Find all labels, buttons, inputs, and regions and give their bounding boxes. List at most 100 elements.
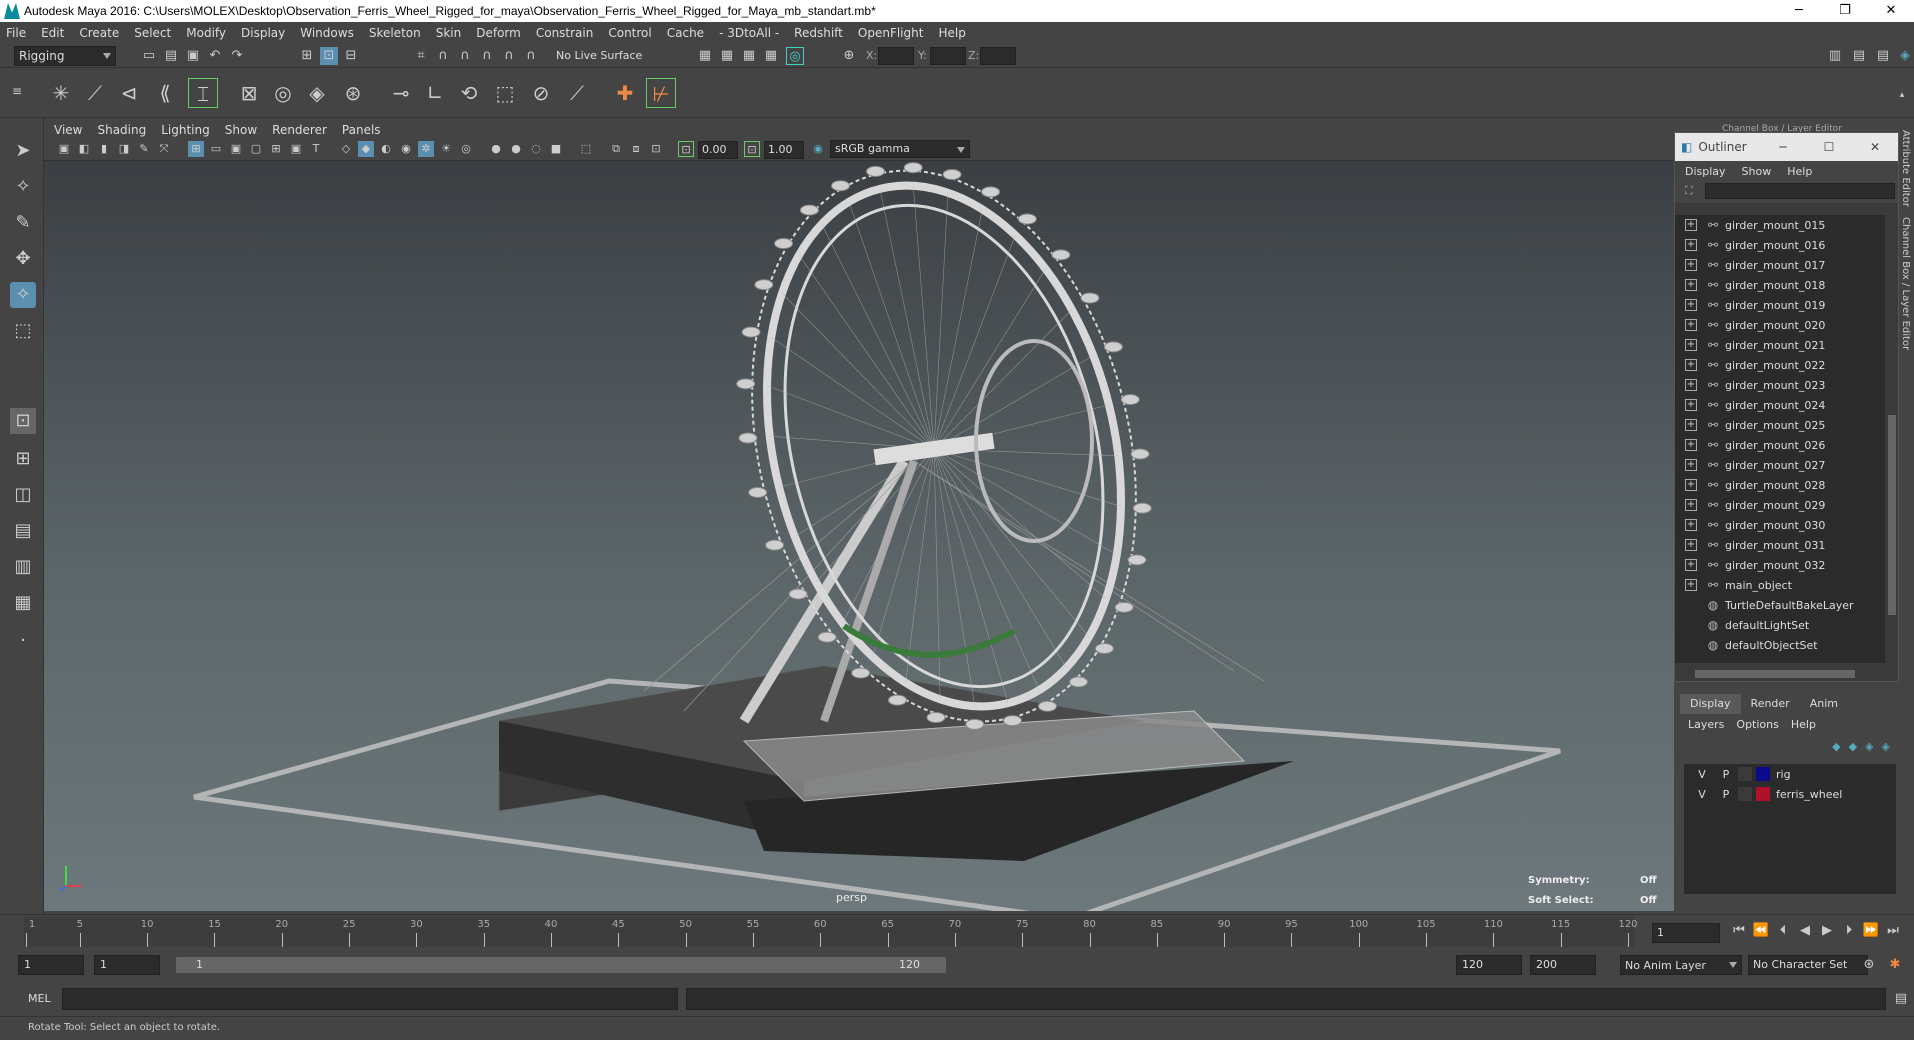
wireframe-icon[interactable]: ◇ [338,141,354,157]
anim-start-field[interactable]: 1 [18,955,84,975]
outliner-item[interactable]: + ⚯ girder_mount_019 [1675,295,1885,315]
hypershade-icon[interactable]: ◎ [786,47,804,65]
render-frame-icon[interactable]: ▦ [718,47,736,65]
select-component-icon[interactable]: ⊟ [342,47,360,65]
new-scene-icon[interactable]: ▭ [140,47,158,65]
menu-skin[interactable]: Skin [436,26,462,40]
outliner-item[interactable]: + ⚯ girder_mount_028 [1675,475,1885,495]
menu-cache[interactable]: Cache [667,26,704,40]
expand-icon[interactable]: + [1685,559,1697,571]
move-tool-icon[interactable]: ✥ [10,246,36,272]
expand-icon[interactable]: + [1685,359,1697,371]
grease-pencil-icon[interactable]: ✎ [136,141,152,157]
outliner-item[interactable]: + ⚯ girder_mount_022 [1675,355,1885,375]
outliner-item[interactable]: + ⚯ girder_mount_029 [1675,495,1885,515]
menu-help[interactable]: Help [938,26,965,40]
layer-color-swatch[interactable] [1756,787,1770,801]
layer-playback-toggle[interactable]: P [1714,788,1738,801]
expand-icon[interactable]: + [1685,539,1697,551]
menu-file[interactable]: File [6,26,26,40]
ik-handle-icon[interactable]: ⟋ [80,78,110,108]
scale-constraint-icon[interactable]: ⬚ [490,78,520,108]
auto-key-icon[interactable]: ⊛ [1860,956,1878,974]
expand-icon[interactable]: + [1685,219,1697,231]
outliner-horizontal-scrollbar[interactable] [1675,669,1885,679]
insert-joint-icon[interactable]: ⟪ [150,78,180,108]
wireframe-on-shaded-icon[interactable]: ◐ [378,141,394,157]
outliner-vertical-scrollbar[interactable] [1887,215,1897,663]
bind-skin-icon[interactable]: ⊬ [646,78,676,108]
layer-menu-layers[interactable]: Layers [1688,718,1724,731]
smooth-shade-icon[interactable]: ◆ [358,141,374,157]
modeling-toolkit-icon[interactable]: ▥ [1826,47,1844,65]
mel-label[interactable]: MEL [28,992,51,1005]
attribute-editor-toggle-icon[interactable]: ▤ [1850,47,1868,65]
layer-row[interactable]: V Prig [1684,764,1896,784]
resolution-gate-icon[interactable]: ▣ [228,141,244,157]
z-field[interactable] [980,47,1016,65]
point-constraint-icon[interactable]: ∟ [420,78,450,108]
outliner-item[interactable]: + ⚯ girder_mount_016 [1675,235,1885,255]
outliner-item[interactable]: + ⚯ girder_mount_027 [1675,455,1885,475]
outliner-minimize-button[interactable]: ─ [1760,133,1806,161]
layer-menu-help[interactable]: Help [1791,718,1816,731]
expand-icon[interactable]: + [1685,319,1697,331]
side-tab-attribute-editor[interactable]: Attribute Editor [1900,130,1911,207]
menu-openflight[interactable]: OpenFlight [858,26,924,40]
viewport-menu-panels[interactable]: Panels [342,123,381,137]
anti-alias-icon[interactable]: ⊡ [648,141,664,157]
four-view-icon[interactable]: ⊞ [10,446,36,472]
select-object-icon[interactable]: ⊡ [320,47,338,65]
outliner-item[interactable]: + ⚯ girder_mount_032 [1675,555,1885,575]
hypershade-layout-icon[interactable]: ▦ [10,590,36,616]
character-set-dropdown[interactable]: No Character Set [1748,955,1868,975]
expand-icon[interactable]: + [1685,499,1697,511]
scale-tool-icon[interactable]: ⬚ [10,318,36,344]
layer-row[interactable]: V Pferris_wheel [1684,784,1896,804]
ik-spline-icon[interactable]: ⊲ [114,78,144,108]
outliner-item[interactable]: + ⚯ girder_mount_023 [1675,375,1885,395]
gamma-field[interactable]: 1.00 [764,141,804,159]
transform-mode-icon[interactable]: ⊕ [840,47,858,65]
expand-icon[interactable]: + [1685,279,1697,291]
locator-icon[interactable]: ⌶ [188,78,218,108]
exposure-icon[interactable]: ⊡ [678,141,694,157]
image-plane-icon[interactable]: ◨ [116,141,132,157]
undo-icon[interactable]: ↶ [206,47,224,65]
step-back-key-icon[interactable]: ⏪ [1750,923,1772,938]
textured-icon[interactable]: ◉ [398,141,414,157]
menu-redshift[interactable]: Redshift [794,26,843,40]
viewport-menu-lighting[interactable]: Lighting [161,123,210,137]
gate-mask-icon[interactable]: ▢ [248,141,264,157]
outliner-restore-button[interactable]: ☐ [1806,133,1852,161]
xray-icon[interactable]: ● [488,141,504,157]
isolate-select-icon[interactable]: ⬚ [578,141,594,157]
two-view-icon[interactable]: ◫ [10,482,36,508]
step-back-frame-icon[interactable]: ⏴ [1772,923,1794,938]
layer-display-type[interactable] [1738,767,1752,781]
playback-start-field[interactable]: 1 [94,955,160,975]
menu-control[interactable]: Control [608,26,651,40]
layer-display-type[interactable] [1738,787,1752,801]
channel-box-toggle-icon[interactable]: ◈ [1896,47,1914,65]
joint-tool-icon[interactable]: ✳ [46,78,76,108]
use-all-lights-icon[interactable]: ✲ [418,141,434,157]
hud-toggle-icon[interactable]: ⧉ [608,141,624,157]
add-influence-icon[interactable]: ✚ [610,78,640,108]
anim-end-field[interactable]: 200 [1530,955,1596,975]
menu-skeleton[interactable]: Skeleton [369,26,421,40]
color-management-icon[interactable]: ◉ [810,141,826,157]
outliner-search-input[interactable] [1705,183,1895,199]
close-button[interactable]: ✕ [1868,0,1914,22]
rotate-tool-icon[interactable]: ✧ [10,282,36,308]
lasso-tool-icon[interactable]: ✧ [10,174,36,200]
outliner-persp-icon[interactable]: ▤ [10,518,36,544]
y-field[interactable] [930,47,966,65]
restore-button[interactable]: ❐ [1822,0,1868,22]
outliner-item[interactable]: + ⚯ girder_mount_015 [1675,215,1885,235]
outliner-menu-display[interactable]: Display [1685,165,1726,178]
snap-surface-icon[interactable]: ∩ [500,47,518,65]
outliner-menu-help[interactable]: Help [1787,165,1812,178]
outliner-item[interactable]: ◍ TurtleDefaultBakeLayer [1675,595,1885,615]
outliner-item[interactable]: + ⚯ girder_mount_031 [1675,535,1885,555]
